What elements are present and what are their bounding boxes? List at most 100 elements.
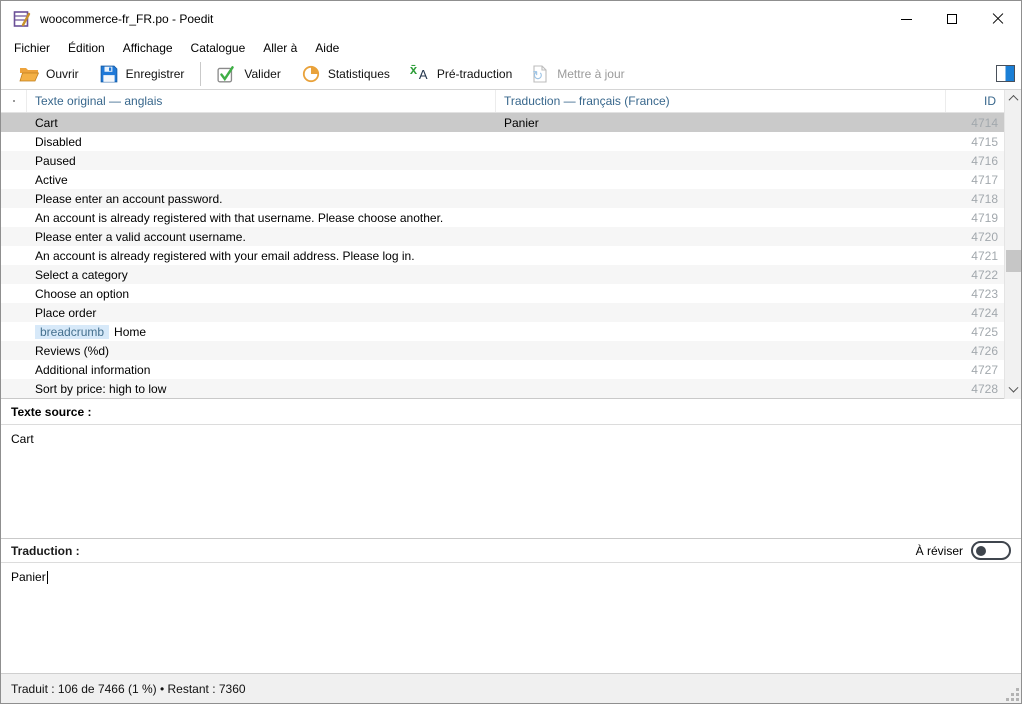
- row-source-cell: An account is already registered with yo…: [35, 248, 415, 263]
- row-source-cell: Place order: [35, 305, 97, 320]
- table-row[interactable]: Choose an option 4723: [1, 284, 1021, 303]
- menu-fichier[interactable]: Fichier: [5, 39, 59, 57]
- pie-chart-icon: [302, 65, 319, 82]
- sidebar-toggle-icon[interactable]: [996, 65, 1015, 82]
- source-text-view: Cart: [1, 425, 1021, 538]
- scroll-down-button[interactable]: [1005, 382, 1021, 399]
- row-source-cell: Cart: [35, 115, 58, 130]
- menu-aller-a[interactable]: Aller à: [254, 39, 306, 57]
- row-source-cell: An account is already registered with th…: [35, 210, 444, 225]
- valider-button[interactable]: Valider: [207, 62, 290, 86]
- enregistrer-label: Enregistrer: [125, 66, 185, 81]
- status-text: Traduit : 106 de 7466 (1 %) • Restant : …: [11, 681, 246, 696]
- mettre-a-jour-button[interactable]: ↻ Mettre à jour: [522, 62, 634, 86]
- row-id-cell: 4714: [971, 115, 998, 130]
- row-id-cell: 4721: [971, 248, 998, 263]
- row-source-cell: Disabled: [35, 134, 82, 149]
- row-id-cell: 4720: [971, 229, 998, 244]
- toggle-knob: [976, 545, 986, 556]
- table-row[interactable]: Please enter a valid account username. 47…: [1, 227, 1021, 246]
- menu-affichage[interactable]: Affichage: [114, 39, 182, 57]
- column-header-status[interactable]: [1, 90, 27, 112]
- row-id-cell: 4726: [971, 343, 998, 358]
- row-id-cell: 4723: [971, 286, 998, 301]
- source-text-value: Cart: [11, 432, 34, 446]
- table-row[interactable]: Disabled 4715: [1, 132, 1021, 151]
- translation-value: Panier: [11, 570, 46, 584]
- row-id-cell: 4722: [971, 267, 998, 282]
- row-translation-cell: Panier: [504, 115, 539, 130]
- valider-label: Valider: [244, 66, 281, 81]
- source-text-header: Texte source :: [1, 398, 1021, 425]
- row-id-cell: 4724: [971, 305, 998, 320]
- table-row[interactable]: Place order 4724: [1, 303, 1021, 322]
- menu-edition[interactable]: Édition: [59, 39, 114, 57]
- mettre-a-jour-label: Mettre à jour: [557, 66, 625, 81]
- source-text-label: Texte source :: [11, 404, 92, 419]
- fuzzy-toggle-group[interactable]: À réviser: [916, 541, 1011, 560]
- row-id-cell: 4717: [971, 172, 998, 187]
- fuzzy-toggle-switch[interactable]: [971, 541, 1011, 560]
- statistiques-label: Statistiques: [327, 66, 390, 81]
- table-row[interactable]: Cart Panier 4714: [1, 113, 1021, 132]
- menu-bar: Fichier Édition Affichage Catalogue Alle…: [1, 37, 1021, 58]
- entries-list: Cart Panier 4714 Disabled 4715 Paused 4716 Acti…: [1, 113, 1021, 398]
- menu-catalogue[interactable]: Catalogue: [182, 39, 255, 57]
- vertical-scrollbar[interactable]: [1004, 90, 1021, 399]
- maximize-icon: [947, 14, 957, 24]
- poedit-app-icon: [13, 10, 31, 27]
- minimize-icon: [900, 18, 912, 20]
- resize-grip[interactable]: [1006, 688, 1019, 701]
- table-row[interactable]: Sort by price: high to low 4728: [1, 379, 1021, 398]
- row-id-cell: 4728: [971, 381, 998, 396]
- row-source-cell: Choose an option: [35, 286, 130, 301]
- grid-header: Texte original — anglais Traduction — fr…: [1, 90, 1021, 113]
- pretranslate-icon: x̄ A: [409, 61, 428, 82]
- row-source-cell: Sort by price: high to low: [35, 381, 167, 396]
- table-row[interactable]: Please enter an account password. 4718: [1, 189, 1021, 208]
- table-row[interactable]: Active 4717: [1, 170, 1021, 189]
- ouvrir-label: Ouvrir: [46, 66, 79, 81]
- column-header-id[interactable]: ID: [946, 90, 1004, 112]
- row-source-cell: Select a category: [35, 267, 128, 282]
- table-row[interactable]: breadcrumb Home 4725: [1, 322, 1021, 341]
- poedit-window: woocommerce-fr_FR.po - Poedit Fichier Éd…: [0, 0, 1022, 704]
- menu-aide[interactable]: Aide: [306, 39, 348, 57]
- statistiques-button[interactable]: Statistiques: [291, 62, 400, 86]
- table-row[interactable]: An account is already registered with yo…: [1, 246, 1021, 265]
- enregistrer-button[interactable]: Enregistrer: [89, 62, 195, 86]
- row-id-cell: 4727: [971, 362, 998, 377]
- row-id-cell: 4718: [971, 191, 998, 206]
- row-id-cell: 4725: [971, 324, 998, 339]
- row-source-cell: Paused: [35, 153, 76, 168]
- minimize-button[interactable]: [883, 1, 929, 37]
- validate-check-icon: [217, 65, 235, 82]
- row-source-cell: Please enter an account password.: [35, 191, 223, 206]
- update-refresh-icon: ↻: [532, 64, 550, 83]
- table-row[interactable]: An account is already registered with th…: [1, 208, 1021, 227]
- translation-input[interactable]: Panier: [1, 563, 1021, 673]
- scroll-up-button[interactable]: [1005, 90, 1021, 107]
- row-source-cell: Please enter a valid account username.: [35, 229, 246, 244]
- scrollbar-thumb[interactable]: [1006, 250, 1021, 272]
- chevron-down-icon: [1008, 382, 1019, 393]
- row-source-cell: Reviews (%d): [35, 343, 110, 358]
- window-title: woocommerce-fr_FR.po - Poedit: [40, 12, 214, 26]
- column-header-source[interactable]: Texte original — anglais: [27, 90, 496, 112]
- close-icon: [992, 13, 1004, 25]
- close-button[interactable]: [975, 1, 1021, 37]
- table-row[interactable]: Select a category 4722: [1, 265, 1021, 284]
- table-row[interactable]: Reviews (%d) 4726: [1, 341, 1021, 360]
- row-id-cell: 4719: [971, 210, 998, 225]
- column-header-translation[interactable]: Traduction — français (France): [496, 90, 946, 112]
- chevron-up-icon: [1008, 94, 1019, 105]
- table-row[interactable]: Additional information 4727: [1, 360, 1021, 379]
- table-row[interactable]: Paused 4716: [1, 151, 1021, 170]
- save-floppy-icon: [100, 65, 117, 82]
- row-source-cell: breadcrumb Home: [27, 324, 496, 339]
- translation-header: Traduction : À réviser: [1, 538, 1021, 563]
- ouvrir-button[interactable]: Ouvrir: [9, 62, 89, 86]
- pre-traduction-label: Pré-traduction: [436, 66, 513, 81]
- pre-traduction-button[interactable]: x̄ A Pré-traduction: [400, 62, 522, 86]
- maximize-button[interactable]: [929, 1, 975, 37]
